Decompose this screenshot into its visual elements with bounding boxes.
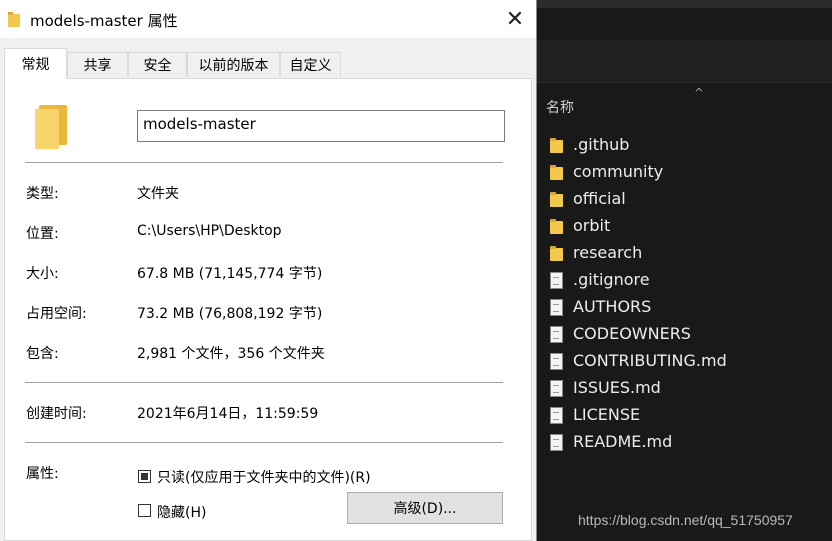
tab-customize[interactable]: 自定义 xyxy=(280,52,341,77)
folder-icon xyxy=(8,11,22,27)
sort-ascending-icon[interactable]: ^ xyxy=(694,86,704,100)
general-panel: models-master 类型: 文件夹 位置: C:\Users\HP\De… xyxy=(4,78,532,541)
file-icon xyxy=(548,379,566,397)
file-icon xyxy=(548,433,566,451)
list-item[interactable]: AUTHORS xyxy=(548,293,727,320)
hidden-label[interactable]: 隐藏(H) xyxy=(157,502,206,522)
file-icon xyxy=(548,298,566,316)
explorer-title-strip xyxy=(536,0,832,8)
advanced-button[interactable]: 高级(D)... xyxy=(347,492,503,524)
list-item[interactable]: research xyxy=(548,239,727,266)
explorer-toolbar xyxy=(536,40,832,83)
list-item[interactable]: orbit xyxy=(548,212,727,239)
created-label: 创建时间: xyxy=(26,406,87,422)
file-name: .gitignore xyxy=(573,270,650,289)
size-on-disk-value: 73.2 MB (76,808,192 字节) xyxy=(137,306,323,322)
location-value: C:\Users\HP\Desktop xyxy=(137,223,282,239)
file-name: official xyxy=(573,189,626,208)
folder-icon xyxy=(35,101,69,149)
file-name: orbit xyxy=(573,216,611,235)
column-header-name[interactable]: 名称 xyxy=(546,97,574,117)
file-name: ISSUES.md xyxy=(573,378,661,397)
readonly-checkbox[interactable] xyxy=(138,470,151,483)
list-item[interactable]: CODEOWNERS xyxy=(548,320,727,347)
dialog-title: models-master 属性 xyxy=(30,12,178,30)
file-name: README.md xyxy=(573,432,673,451)
size-on-disk-label: 占用空间: xyxy=(26,306,87,322)
tab-sharing[interactable]: 共享 xyxy=(67,52,128,77)
list-item[interactable]: LICENSE xyxy=(548,401,727,428)
divider xyxy=(25,442,503,443)
file-icon xyxy=(548,271,566,289)
hidden-checkbox[interactable] xyxy=(138,504,151,517)
file-icon xyxy=(548,406,566,424)
list-item[interactable]: .github xyxy=(548,131,727,158)
dialog-titlebar[interactable]: models-master 属性 ✕ xyxy=(0,0,536,38)
size-label: 大小: xyxy=(26,266,59,282)
list-item[interactable]: community xyxy=(548,158,727,185)
created-value: 2021年6月14日，11:59:59 xyxy=(137,406,319,422)
file-icon xyxy=(548,352,566,370)
file-name: LICENSE xyxy=(573,405,641,424)
folder-icon xyxy=(548,163,566,181)
folder-icon xyxy=(548,244,566,262)
file-name: CONTRIBUTING.md xyxy=(573,351,727,370)
contains-label: 包含: xyxy=(26,346,59,362)
list-item[interactable]: ISSUES.md xyxy=(548,374,727,401)
folder-icon xyxy=(548,190,566,208)
file-list: .github community official orbit researc… xyxy=(548,131,727,455)
tab-previous-versions[interactable]: 以前的版本 xyxy=(187,52,280,77)
file-icon xyxy=(548,325,566,343)
size-value: 67.8 MB (71,145,774 字节) xyxy=(137,266,323,282)
tab-general[interactable]: 常规 xyxy=(4,48,67,79)
tab-security[interactable]: 安全 xyxy=(128,52,187,77)
close-button[interactable]: ✕ xyxy=(498,4,532,34)
properties-dialog: models-master 属性 ✕ 常规 共享 安全 以前的版本 自定义 mo… xyxy=(0,0,537,541)
readonly-label[interactable]: 只读(仅应用于文件夹中的文件)(R) xyxy=(157,467,371,487)
list-item[interactable]: official xyxy=(548,185,727,212)
folder-icon xyxy=(548,217,566,235)
file-name: CODEOWNERS xyxy=(573,324,691,343)
file-name: research xyxy=(573,243,643,262)
divider xyxy=(25,162,503,163)
watermark-text: https://blog.csdn.net/qq_51750957 xyxy=(578,512,793,528)
contains-value: 2,981 个文件，356 个文件夹 xyxy=(137,346,325,362)
divider xyxy=(25,382,503,383)
list-item[interactable]: CONTRIBUTING.md xyxy=(548,347,727,374)
type-label: 类型: xyxy=(26,186,59,202)
file-name: AUTHORS xyxy=(573,297,652,316)
folder-icon xyxy=(548,136,566,154)
list-item[interactable]: README.md xyxy=(548,428,727,455)
type-value: 文件夹 xyxy=(137,186,179,202)
folder-name-input[interactable]: models-master xyxy=(137,110,505,142)
file-name: community xyxy=(573,162,664,181)
location-label: 位置: xyxy=(26,226,59,242)
attributes-label: 属性: xyxy=(26,466,59,482)
list-item[interactable]: .gitignore xyxy=(548,266,727,293)
file-name: .github xyxy=(573,135,630,154)
